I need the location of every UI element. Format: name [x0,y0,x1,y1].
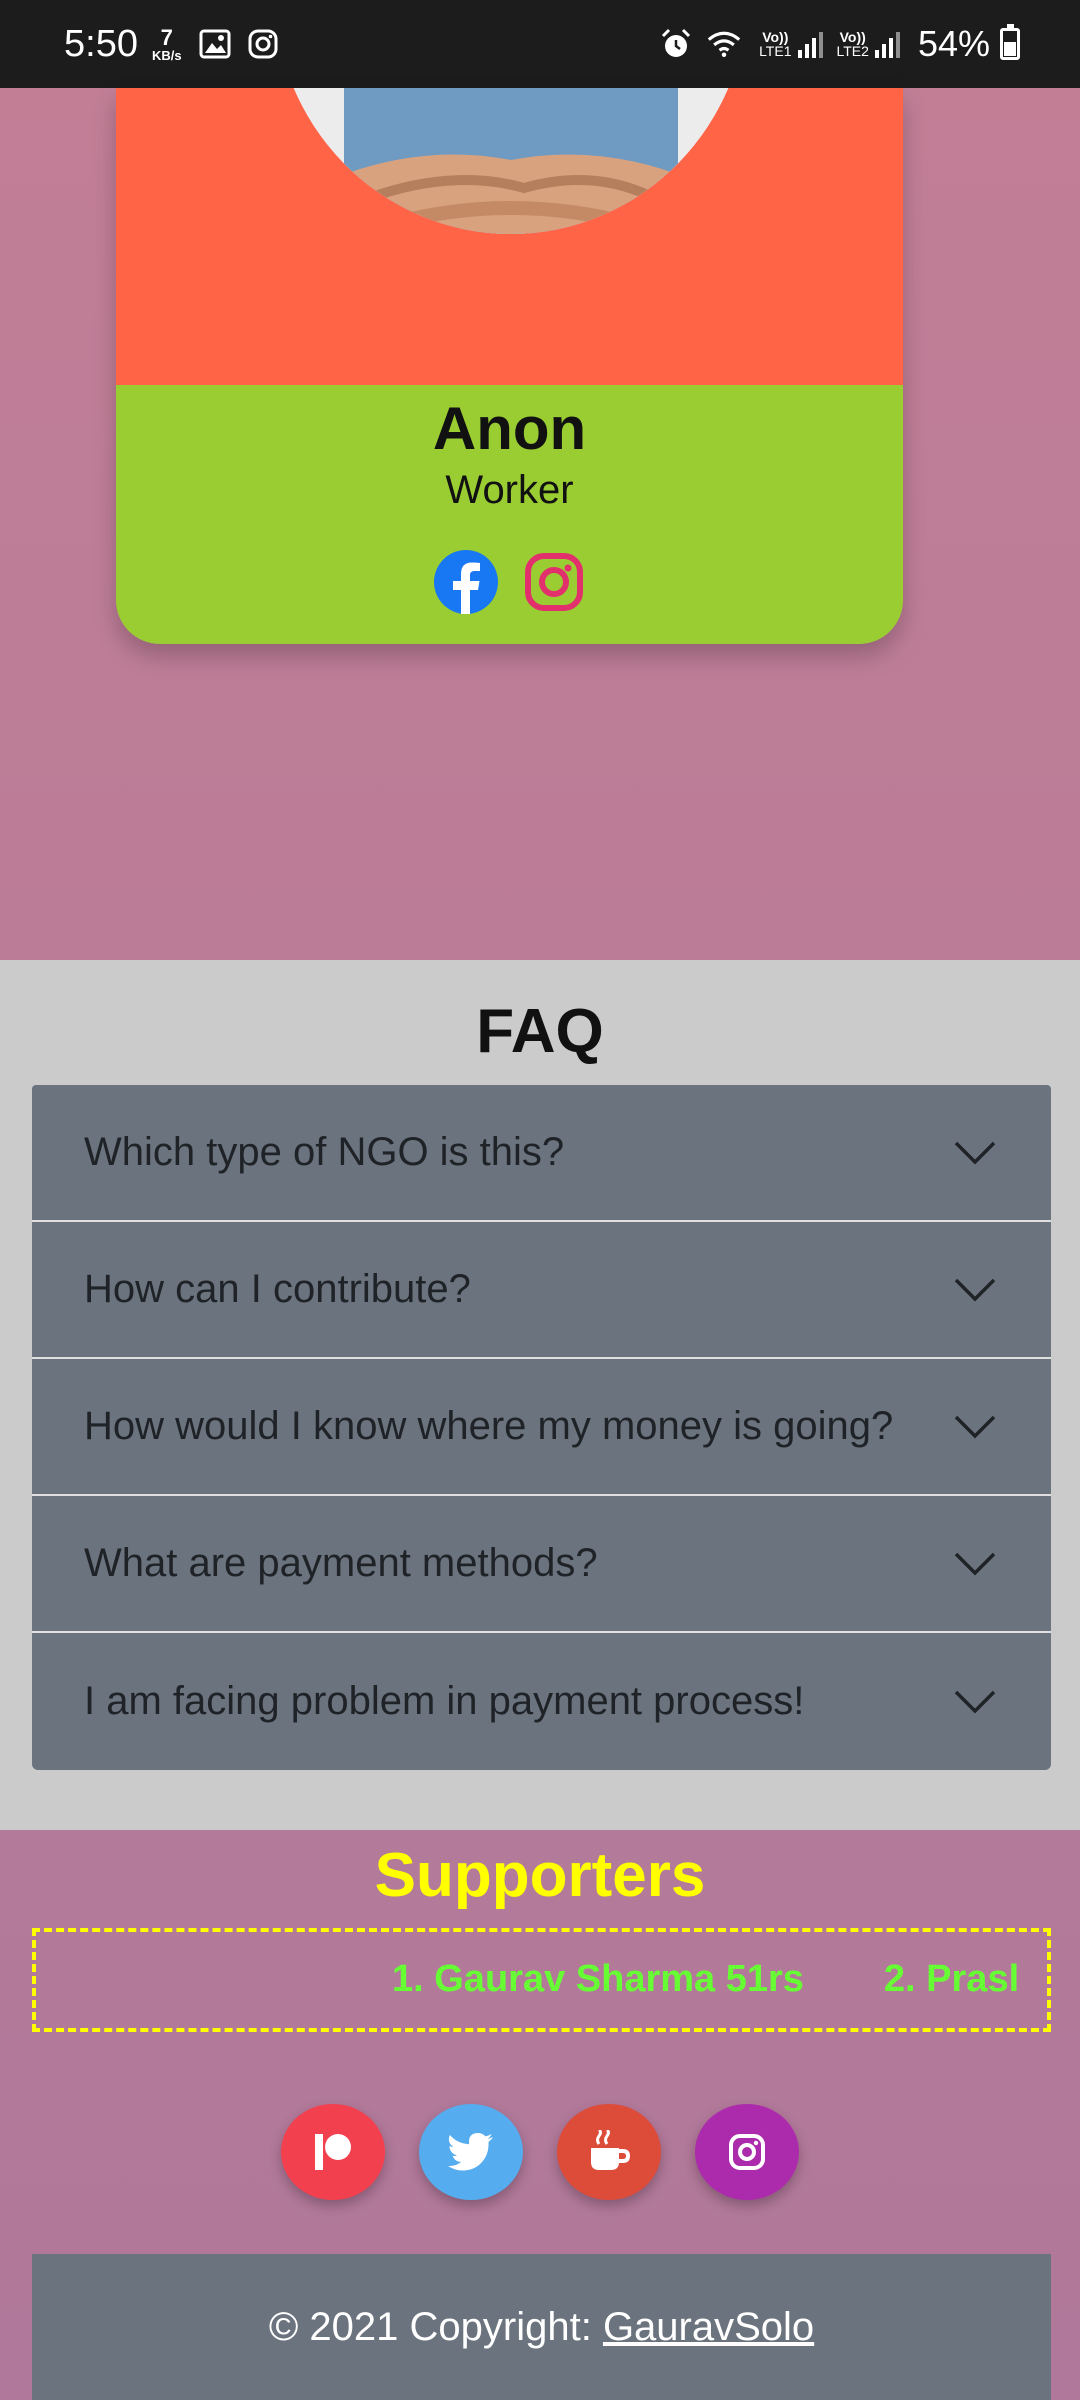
sim1-signal-icon [797,30,823,58]
faq-question: What are payment methods? [84,1541,598,1585]
faq-question: How would I know where my money is going… [84,1404,894,1448]
chevron-down-icon[interactable] [953,1414,997,1440]
status-time: 5:50 [64,22,138,65]
battery-icon [1000,24,1020,60]
sim2-network: Vo)) LTE2 [837,30,869,58]
faq-item[interactable]: What are payment methods? [32,1496,1051,1633]
profile-card: Anon Worker [116,88,903,644]
chevron-down-icon[interactable] [953,1689,997,1715]
sim1-volte: Vo)) [762,29,789,45]
twitter-button[interactable] [419,2104,523,2200]
author-link[interactable]: GauravSolo [603,2305,814,2349]
facebook-icon[interactable] [433,550,498,614]
instagram-button[interactable] [695,2104,799,2200]
chevron-down-icon[interactable] [953,1140,997,1166]
sim2-lte: LTE2 [836,43,869,59]
speed-value: 7 [160,24,173,50]
profile-role: Worker [445,468,574,512]
social-buttons [0,2104,1080,2200]
faq-section: FAQ Which type of NGO is this? How can I… [0,960,1080,1830]
gallery-icon [198,27,232,61]
sim1-lte: LTE1 [759,43,792,59]
wifi-icon [707,27,741,61]
chevron-down-icon[interactable] [953,1551,997,1577]
chevron-down-icon[interactable] [953,1277,997,1303]
instagram-notification-icon [246,27,280,61]
faq-item[interactable]: Which type of NGO is this? [32,1085,1051,1222]
instagram-icon[interactable] [522,550,586,614]
faq-item[interactable]: How can I contribute? [32,1222,1051,1359]
profile-name: Anon [432,395,587,462]
card-body: Anon Worker [116,385,903,644]
coffee-button[interactable] [557,2104,661,2200]
faq-question: Which type of NGO is this? [84,1130,565,1174]
supporter-entry: 1. Gaurav Sharma 51rs [392,1958,804,2000]
faq-title: FAQ [476,997,604,1066]
profile-social-links [116,550,903,614]
copyright-text: © 2021 Copyright: [268,2305,603,2349]
coffee-icon [591,2130,631,2170]
faq-item[interactable]: How would I know where my money is going… [32,1359,1051,1496]
supporters-marquee: 1. Gaurav Sharma 51rs 2. Prasl [32,1928,1051,2032]
faq-item[interactable]: I am facing problem in payment process! [32,1633,1051,1770]
avatar [274,88,748,234]
alarm-icon [659,27,693,61]
sim1-network: Vo)) LTE1 [759,30,791,58]
patreon-icon [315,2134,351,2170]
network-speed: 7 KB/s [151,24,182,63]
sim2-volte: Vo)) [839,29,866,45]
patreon-button[interactable] [281,2104,385,2200]
card-header [116,88,903,385]
footer: © 2021 Copyright: GauravSolo [32,2254,1051,2400]
instagram-icon [729,2134,765,2170]
faq-accordion: Which type of NGO is this? How can I con… [32,1085,1051,1770]
sim2-signal-icon [874,30,900,58]
supporters-list: 1. Gaurav Sharma 51rs 2. Prasl [392,1958,1047,2001]
status-bar: 5:50 7 KB/s Vo)) LTE1 Vo)) LTE2 54% [0,0,1080,88]
faq-question: I am facing problem in payment process! [84,1679,805,1723]
twitter-icon [448,2133,493,2171]
supporters-title: Supporters [374,1841,706,1910]
supporter-entry: 2. Prasl [883,1958,1020,2000]
speed-unit: KB/s [151,47,182,63]
battery-percent: 54% [917,23,990,64]
faq-question: How can I contribute? [84,1267,471,1311]
